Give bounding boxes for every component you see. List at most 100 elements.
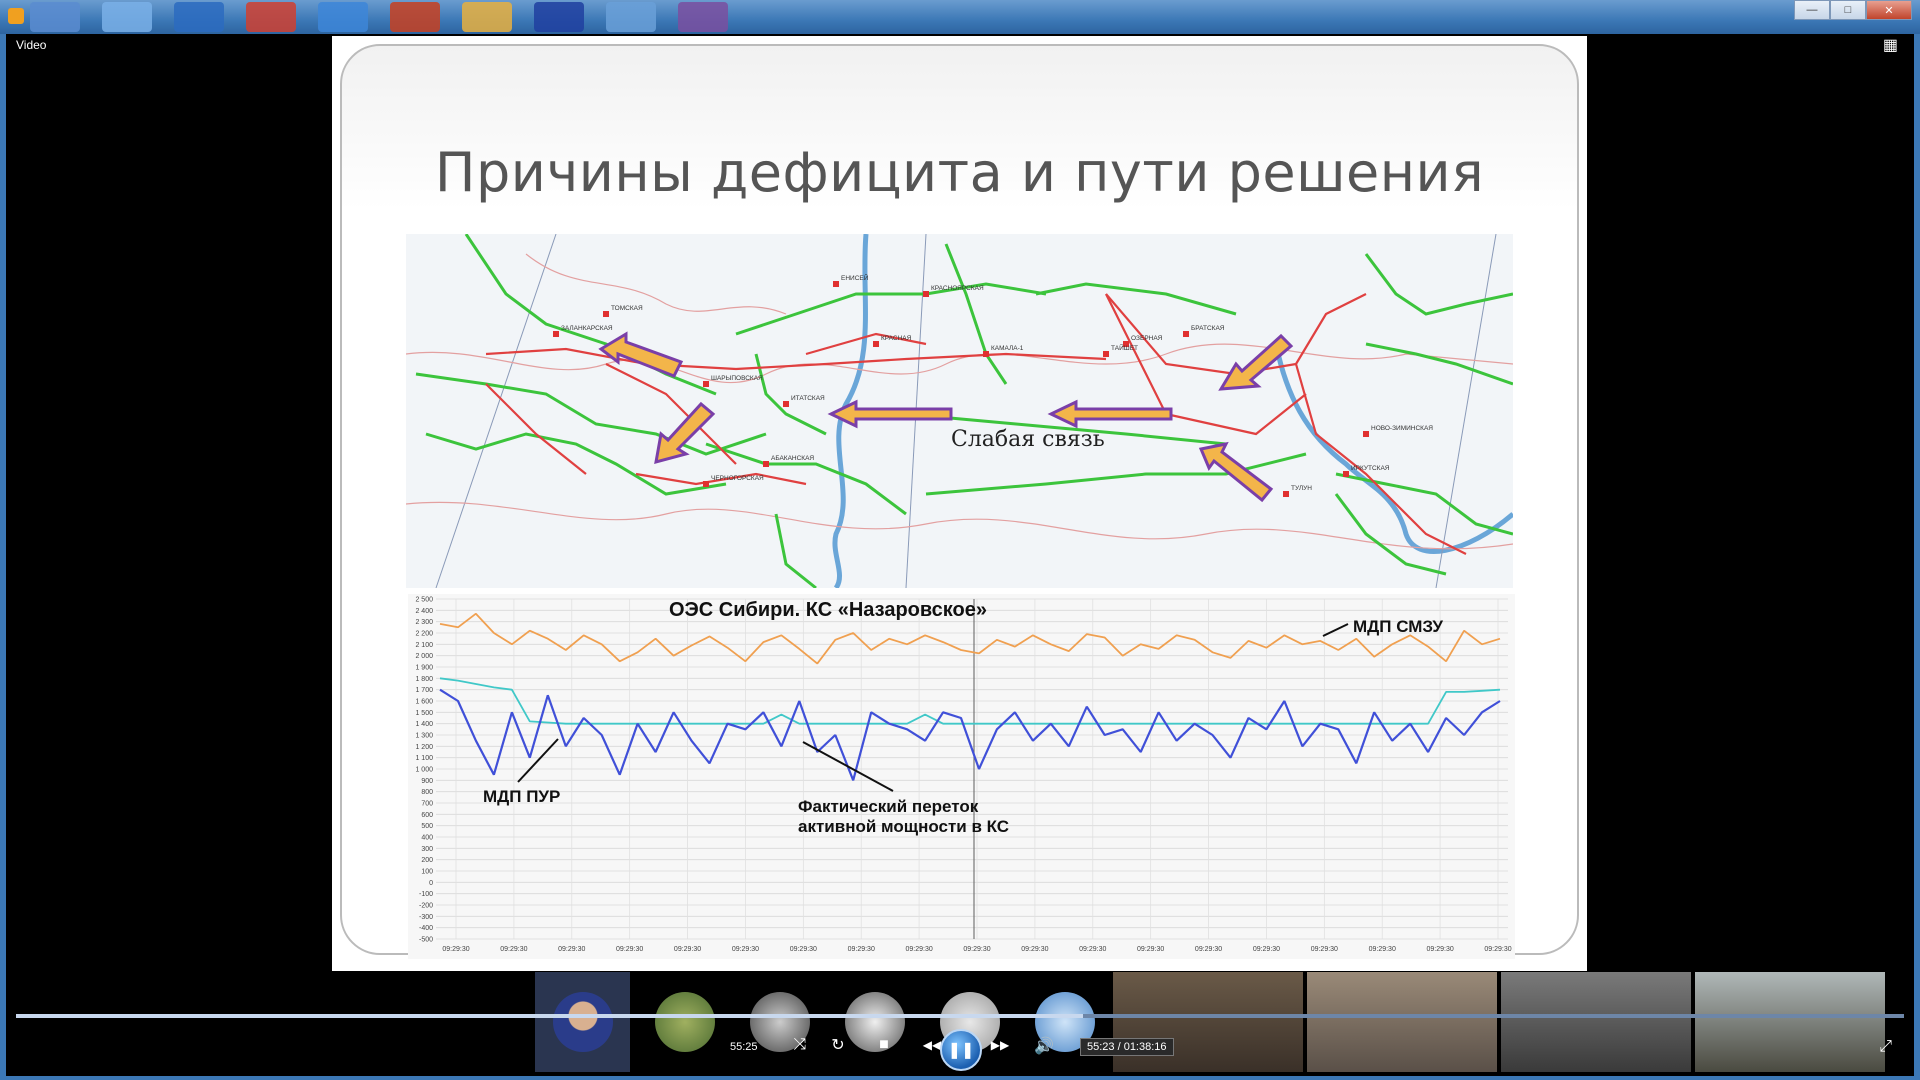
stop-button[interactable]: ■	[872, 1036, 896, 1054]
substation-node	[703, 381, 709, 387]
taskbar-app-icon	[30, 2, 80, 32]
substation-node	[703, 481, 709, 487]
x-tick-label: 09:29:30	[1484, 946, 1511, 953]
y-tick-label: 2 400	[415, 608, 433, 615]
seek-bar[interactable]	[16, 1014, 1904, 1018]
slide-title: Причины дефицита и пути решения	[434, 141, 1485, 204]
y-tick-label: 1 200	[415, 744, 433, 751]
x-tick-label: 09:29:30	[500, 946, 527, 953]
annotation-mdp-smzu: МДП СМЗУ	[1353, 617, 1443, 636]
y-tick-label: 800	[421, 789, 433, 796]
y-tick-label: 1 300	[415, 733, 433, 740]
x-tick-label: 09:29:30	[963, 946, 990, 953]
y-tick-label: 900	[421, 778, 433, 785]
substation-node	[783, 401, 789, 407]
layout-toggle-icon[interactable]: ▦	[1883, 38, 1898, 54]
taskbar-app-icon	[390, 2, 440, 32]
participant-avatar-2[interactable]	[655, 972, 715, 1072]
background-taskbar-icons	[30, 2, 728, 32]
window-titlebar: — □ ✕	[0, 0, 1920, 34]
y-tick-label: 2 200	[415, 631, 433, 638]
seek-bar-fill	[16, 1014, 1083, 1018]
map-node-label: ТУЛУН	[1291, 485, 1312, 492]
substation-node	[1283, 491, 1289, 497]
taskbar-app-icon	[678, 2, 728, 32]
participant-video-1[interactable]	[535, 972, 630, 1072]
y-tick-label: 200	[421, 857, 433, 864]
participant-video-10[interactable]	[1695, 972, 1885, 1072]
y-tick-label: -100	[419, 891, 433, 898]
substation-node	[873, 341, 879, 347]
video-title-label: Video	[16, 38, 47, 52]
x-tick-label: 09:29:30	[848, 946, 875, 953]
maximize-button[interactable]: □	[1830, 0, 1866, 20]
window-frame-bottom	[0, 1076, 1920, 1080]
substation-node	[1343, 471, 1349, 477]
next-button[interactable]: ▶▶	[988, 1038, 1012, 1052]
window-frame-left	[0, 34, 6, 1080]
substation-node	[1183, 331, 1189, 337]
y-tick-label: 100	[421, 869, 433, 876]
weak-link-label: Слабая связь	[951, 427, 1105, 452]
taskbar-app-icon	[246, 2, 296, 32]
participant-avatar-6[interactable]	[1035, 972, 1095, 1072]
pause-button[interactable]: ❚❚	[940, 1029, 982, 1071]
y-tick-label: -300	[419, 914, 433, 921]
y-tick-label: 1 700	[415, 687, 433, 694]
map-node-label: ЗАЛАНКАРСКАЯ	[561, 325, 613, 332]
map-node-label: ИТАТСКАЯ	[791, 395, 825, 402]
power-flow-chart: 2 500 2 400 2 300 2 200 2 100 2 000 1 900 1 800…	[408, 594, 1515, 959]
volume-icon[interactable]: 🔊	[1032, 1036, 1056, 1056]
x-tick-label: 09:29:30	[732, 946, 759, 953]
y-tick-label: 1 100	[415, 755, 433, 762]
y-tick-label: 1 900	[415, 665, 433, 672]
y-tick-label: 1 000	[415, 767, 433, 774]
x-tick-label: 09:29:30	[1369, 946, 1396, 953]
taskbar-app-icon	[174, 2, 224, 32]
x-tick-label: 09:29:30	[790, 946, 817, 953]
y-tick-label: 1 800	[415, 676, 433, 683]
substation-node	[983, 351, 989, 357]
map-node-label: БРАТСКАЯ	[1191, 325, 1225, 332]
map-node-label: АБАКАНСКАЯ	[771, 455, 814, 462]
x-tick-label: 09:29:30	[1426, 946, 1453, 953]
avatar	[553, 992, 613, 1052]
map-node-label: КРАСНАЯ	[881, 335, 912, 342]
substation-node	[1103, 351, 1109, 357]
y-tick-label: 1 600	[415, 699, 433, 706]
taskbar-app-icon	[102, 2, 152, 32]
taskbar-app-icon	[606, 2, 656, 32]
participant-video-7[interactable]	[1113, 972, 1303, 1072]
substation-node	[1363, 431, 1369, 437]
map-node-label: ЕНИСЕЙ	[841, 273, 869, 282]
substation-node	[833, 281, 839, 287]
x-tick-label: 09:29:30	[1079, 946, 1106, 953]
player-controls: ⤨ ↻ ■ ◀◀	[720, 1028, 944, 1062]
y-tick-label: 2 100	[415, 642, 433, 649]
participant-video-8[interactable]	[1307, 972, 1497, 1072]
x-tick-label: 09:29:30	[1253, 946, 1280, 953]
window-controls: — □ ✕	[1794, 0, 1912, 20]
substation-node	[923, 291, 929, 297]
minimize-button[interactable]: —	[1794, 0, 1830, 20]
shuffle-icon[interactable]: ⤨	[788, 1036, 812, 1054]
y-tick-label: -500	[419, 937, 433, 944]
map-node-label: ТАЙШЕТ	[1111, 343, 1138, 352]
x-tick-label: 09:29:30	[1137, 946, 1164, 953]
x-tick-label: 09:29:30	[616, 946, 643, 953]
y-tick-label: -400	[419, 925, 433, 932]
map-node-label: ШАРЫПОВСКАЯ	[711, 375, 763, 382]
map-node-label: ТОМСКАЯ	[611, 305, 643, 312]
map-node-label: КРАСНОЯРСКАЯ	[931, 285, 984, 292]
media-player-icon	[8, 8, 24, 24]
x-tick-label: 09:29:30	[558, 946, 585, 953]
repeat-icon[interactable]: ↻	[826, 1035, 850, 1055]
y-tick-label: 2 000	[415, 653, 433, 660]
taskbar-app-icon	[318, 2, 368, 32]
map-node-label: ЧЕРНОГОРСКАЯ	[711, 475, 764, 482]
x-tick-label: 09:29:30	[1311, 946, 1338, 953]
participant-video-9[interactable]	[1501, 972, 1691, 1072]
taskbar-app-icon	[462, 2, 512, 32]
close-button[interactable]: ✕	[1866, 0, 1912, 20]
expand-icon[interactable]: ⤢	[1879, 1038, 1892, 1056]
